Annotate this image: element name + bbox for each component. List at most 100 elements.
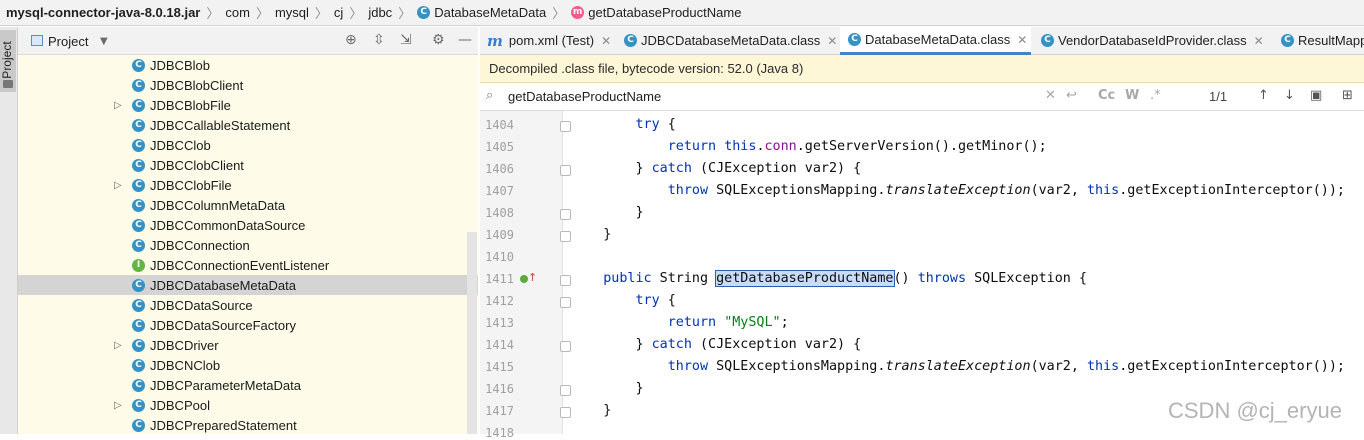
breadcrumb-cj[interactable]: cj: [334, 5, 343, 20]
tree-item[interactable]: C JDBCConnection: [18, 235, 478, 255]
search-input[interactable]: getDatabaseProductName: [508, 89, 661, 104]
tree-item[interactable]: ▷ C JDBCDriver: [18, 335, 478, 355]
tree-item[interactable]: C JDBCParameterMetaData: [18, 375, 478, 395]
tree-item[interactable]: C JDBCBlob: [18, 55, 478, 75]
tree-item-label: JDBCConnection: [150, 237, 250, 253]
tab-vendor-database-id-provider[interactable]: C VendorDatabaseIdProvider.class ✕: [1041, 27, 1264, 54]
tab-label: pom.xml (Test): [508, 33, 595, 48]
code-token: (var2,: [1030, 359, 1087, 374]
clear-icon[interactable]: ✕: [1045, 88, 1056, 103]
code-token: (CJException var2) {: [691, 161, 862, 176]
chevron-down-icon[interactable]: ▼: [100, 36, 108, 47]
code-line: }: [571, 227, 611, 242]
breadcrumb-jar[interactable]: mysql-connector-java-8.0.18.jar: [6, 5, 200, 20]
breadcrumb: mysql-connector-java-8.0.18.jar 〉 com 〉 …: [0, 0, 1364, 26]
tree-item[interactable]: C JDBCClob: [18, 135, 478, 155]
tree-item[interactable]: C JDBCPreparedStatement: [18, 415, 478, 434]
class-icon: C: [132, 278, 145, 292]
regex-toggle[interactable]: .*: [1150, 88, 1161, 103]
code-token: }: [635, 381, 644, 396]
breadcrumb-class[interactable]: C DatabaseMetaData: [417, 5, 546, 20]
tab-resultmap[interactable]: C ResultMapp: [1281, 27, 1364, 54]
tab-label: DatabaseMetaData.class: [865, 32, 1011, 47]
fold-marker[interactable]: [560, 121, 571, 132]
expand-all-icon[interactable]: ⇳: [373, 32, 385, 48]
tree-item[interactable]: C JDBCBlobClient: [18, 75, 478, 95]
search-highlight[interactable]: getDatabaseProductName: [715, 270, 895, 287]
fold-marker[interactable]: [560, 209, 571, 220]
breadcrumb-mysql[interactable]: mysql: [275, 5, 309, 20]
breadcrumb-jdbc[interactable]: jdbc: [368, 5, 392, 20]
class-icon: C: [417, 6, 431, 19]
close-icon[interactable]: ✕: [827, 34, 837, 48]
breadcrumb-com[interactable]: com: [225, 5, 250, 20]
line-number: 1411: [485, 272, 514, 286]
fold-marker[interactable]: [560, 231, 571, 242]
tree-item[interactable]: C JDBCNClob: [18, 355, 478, 375]
fold-marker[interactable]: [560, 297, 571, 308]
previous-occurrence-icon[interactable]: ↑: [1258, 88, 1269, 103]
tree-item[interactable]: C JDBCCallableStatement: [18, 115, 478, 135]
tree-item-label: JDBCDatabaseMetaData: [150, 277, 296, 293]
tree-item[interactable]: I JDBCConnectionEventListener: [18, 255, 478, 275]
code-token: SQLExceptionsMapping.: [708, 359, 886, 374]
code-token: (CJException var2) {: [691, 337, 862, 352]
gear-icon[interactable]: ⚙: [432, 32, 445, 48]
project-panel-title[interactable]: Project: [48, 34, 88, 49]
search-icon[interactable]: ⌕: [486, 88, 493, 103]
line-number: 1418: [485, 426, 514, 440]
tree-item[interactable]: C JDBCCommonDataSource: [18, 215, 478, 235]
tab-database-metadata[interactable]: C DatabaseMetaData.class ✕: [840, 27, 1032, 55]
new-line-icon[interactable]: ↩: [1066, 88, 1077, 103]
chevron-right-icon[interactable]: ▷: [114, 180, 122, 191]
line-number: 1410: [485, 250, 514, 264]
tree-item[interactable]: C JDBCColumnMetaData: [18, 195, 478, 215]
override-arrow-icon[interactable]: ↑: [528, 271, 537, 284]
keyword-return: return: [667, 315, 717, 330]
implementing-method-icon[interactable]: [520, 275, 528, 283]
fold-marker[interactable]: [560, 275, 571, 286]
tree-item[interactable]: C JDBCClobClient: [18, 155, 478, 175]
close-icon[interactable]: ✕: [1017, 33, 1027, 47]
tree-item[interactable]: ▷ C JDBCClobFile: [18, 175, 478, 195]
tab-pom-xml[interactable]: m pom.xml (Test) ✕: [487, 27, 611, 54]
fold-marker[interactable]: [560, 407, 571, 418]
breadcrumb-method[interactable]: m getDatabaseProductName: [571, 5, 741, 20]
code-line: }: [571, 205, 644, 220]
tab-jdbc-database-metadata[interactable]: C JDBCDatabaseMetaData.class ✕: [624, 27, 837, 54]
tree-scrollbar[interactable]: [467, 232, 477, 434]
interface-icon: I: [132, 258, 145, 272]
close-icon[interactable]: ✕: [601, 34, 611, 48]
minimize-icon[interactable]: —: [458, 32, 472, 48]
tree-item-selected[interactable]: C JDBCDatabaseMetaData: [18, 275, 478, 295]
tree-item[interactable]: ▷ C JDBCBlobFile: [18, 95, 478, 115]
fold-marker[interactable]: [560, 385, 571, 396]
class-icon: C: [1041, 34, 1054, 47]
select-all-occurrences-icon[interactable]: ▣: [1310, 88, 1322, 103]
keyword-catch: catch: [651, 161, 692, 176]
tree-item[interactable]: ▷ C JDBCPool: [18, 395, 478, 415]
tree-item[interactable]: C JDBCDataSourceFactory: [18, 315, 478, 335]
class-icon: C: [624, 34, 637, 47]
code-token: }: [635, 205, 644, 220]
chevron-right-icon[interactable]: ▷: [114, 100, 122, 111]
folder-icon: [3, 80, 13, 88]
add-selection-icon[interactable]: ⊞: [1342, 88, 1353, 103]
fold-marker[interactable]: [560, 165, 571, 176]
collapse-all-icon[interactable]: ⇲: [400, 32, 412, 48]
project-tree[interactable]: C JDBCBlob C JDBCBlobClient ▷ C JDBCBlobFile…: [18, 55, 478, 434]
tree-item[interactable]: C JDBCDataSource: [18, 295, 478, 315]
close-icon[interactable]: ✕: [1254, 34, 1264, 48]
class-icon: C: [132, 58, 145, 72]
match-case-toggle[interactable]: Cc: [1098, 88, 1115, 103]
next-occurrence-icon[interactable]: ↓: [1284, 88, 1295, 103]
match-count: 1/1: [1209, 89, 1228, 104]
code-line: }: [571, 381, 644, 396]
whole-words-toggle[interactable]: W: [1125, 88, 1139, 103]
code-line: return "MySQL";: [571, 315, 789, 330]
fold-marker[interactable]: [560, 341, 571, 352]
tree-item-label: JDBCDriver: [150, 337, 219, 353]
chevron-right-icon[interactable]: ▷: [114, 400, 122, 411]
chevron-right-icon[interactable]: ▷: [114, 340, 122, 351]
locate-target-icon[interactable]: ⊕: [345, 32, 357, 48]
